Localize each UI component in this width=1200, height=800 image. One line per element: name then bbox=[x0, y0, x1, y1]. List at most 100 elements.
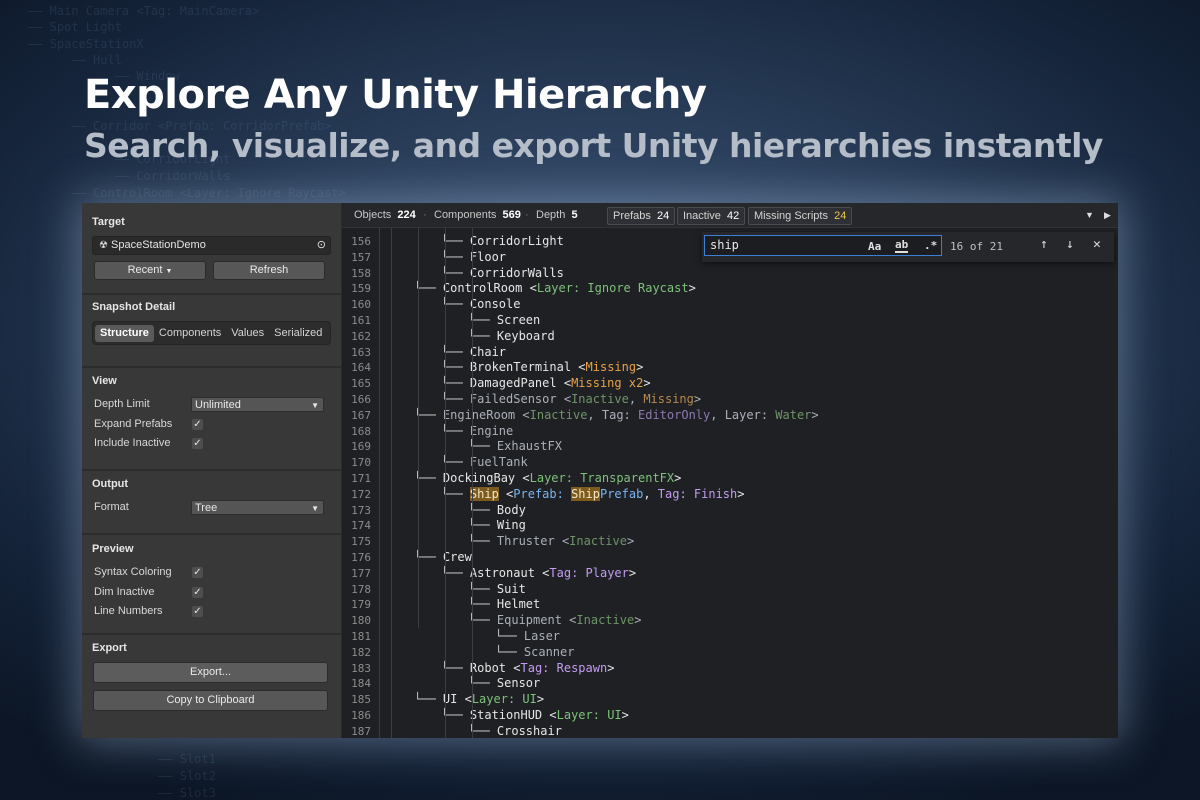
hierarchy-token: Laser bbox=[523, 629, 561, 643]
export-button[interactable]: Export... bbox=[93, 662, 328, 683]
components-stat: Components 569 bbox=[434, 203, 521, 227]
hierarchy-token: < bbox=[529, 281, 537, 296]
hierarchy-token: Inactive bbox=[569, 534, 627, 549]
background-tree-line: —— Main Camera <Tag: MainCamera> bbox=[28, 4, 260, 18]
hierarchy-line: └── Crosshair bbox=[468, 724, 562, 738]
export-section: Export Export... Copy to Clipboard bbox=[82, 634, 341, 738]
tab-values[interactable]: Values bbox=[226, 325, 269, 342]
hierarchy-token: > bbox=[674, 471, 682, 485]
hierarchy-token: Thruster bbox=[496, 534, 562, 549]
regex-toggle[interactable]: .* bbox=[924, 239, 937, 252]
refresh-button[interactable]: Refresh bbox=[213, 261, 325, 280]
collapse-all-icon[interactable]: ▼ bbox=[1085, 203, 1094, 227]
previous-match-icon[interactable]: ↑ bbox=[1040, 237, 1048, 252]
line-number: 161 bbox=[351, 314, 371, 327]
target-object-name: SpaceStationDemo bbox=[111, 239, 206, 251]
match-case-toggle[interactable]: Aa bbox=[868, 240, 881, 253]
hierarchy-token: Tag: Finish bbox=[657, 486, 738, 501]
tab-serialized[interactable]: Serialized bbox=[269, 325, 327, 342]
hierarchy-line: └── Robot <Tag: Respawn> bbox=[441, 661, 614, 675]
separator: · bbox=[525, 209, 529, 221]
target-picker-icon[interactable]: ⊙ bbox=[317, 237, 326, 254]
preview-panel: Objects 224 · Components 569 · Depth 5 P… bbox=[342, 203, 1118, 738]
hierarchy-token: Floor bbox=[469, 249, 507, 264]
hierarchy-token: , bbox=[643, 486, 658, 501]
hierarchy-token: Missing bbox=[585, 360, 637, 375]
tree-connector: └── bbox=[495, 629, 524, 643]
hierarchy-line: └── Scanner bbox=[495, 645, 574, 659]
indent-guide bbox=[445, 228, 446, 738]
hierarchy-token: Chair bbox=[469, 344, 507, 359]
hierarchy-token: Prefab: bbox=[513, 486, 572, 501]
line-numbers-checkbox[interactable]: ✓ bbox=[192, 606, 203, 617]
expand-panel-icon[interactable]: ▶ bbox=[1104, 203, 1111, 227]
hierarchy-token: Layer: UI bbox=[556, 708, 622, 722]
snapshot-title: Snapshot Detail bbox=[92, 301, 176, 313]
hierarchy-token: < bbox=[522, 407, 530, 422]
hierarchy-token: Keyboard bbox=[496, 328, 555, 343]
hierarchy-token: Wing bbox=[496, 518, 526, 533]
preview-title: Preview bbox=[92, 543, 134, 555]
hierarchy-token: Missing x2 bbox=[571, 376, 644, 391]
hierarchy-token: > bbox=[607, 660, 615, 675]
hierarchy-token: Layer: TransparentFX bbox=[529, 471, 675, 485]
hierarchy-token: Tag: Respawn bbox=[520, 660, 608, 675]
hierarchy-token: EditorOnly bbox=[638, 407, 711, 422]
whole-word-toggle[interactable]: ab bbox=[895, 238, 909, 253]
components-value: 569 bbox=[502, 209, 521, 221]
stats-toolbar: Objects 224 · Components 569 · Depth 5 P… bbox=[342, 203, 1118, 228]
hierarchy-line: └── ExhaustFX bbox=[468, 439, 562, 453]
hierarchy-token: < bbox=[498, 486, 514, 501]
radiation-icon: ☢ bbox=[99, 240, 108, 251]
hierarchy-token: Helmet bbox=[496, 597, 541, 612]
include-inactive-checkbox[interactable]: ✓ bbox=[192, 438, 203, 449]
missing-scripts-value: 24 bbox=[834, 210, 847, 222]
line-number: 157 bbox=[351, 250, 371, 264]
expand-prefabs-checkbox[interactable]: ✓ bbox=[192, 418, 203, 430]
find-widget: ship Aa ab .* 16 of 21 ↑ ↓ ✕ bbox=[702, 232, 1114, 262]
format-row: Format Tree ▼ bbox=[92, 498, 331, 518]
syntax-coloring-row: Syntax Coloring ✓ bbox=[92, 563, 331, 583]
prefabs-filter-pill[interactable]: Prefabs 24 bbox=[607, 207, 676, 225]
recent-button[interactable]: Recent ▼ bbox=[94, 261, 206, 280]
hierarchy-token: > bbox=[634, 613, 642, 628]
dim-inactive-checkbox[interactable]: ✓ bbox=[192, 586, 203, 598]
syntax-coloring-checkbox[interactable]: ✓ bbox=[192, 567, 203, 578]
line-number: 171 bbox=[351, 472, 371, 485]
hierarchy-token: FailedSensor bbox=[469, 392, 564, 406]
separator: · bbox=[423, 209, 427, 221]
copy-to-clipboard-button[interactable]: Copy to Clipboard bbox=[93, 690, 328, 711]
hierarchy-token: Astronaut bbox=[469, 565, 543, 580]
close-find-icon[interactable]: ✕ bbox=[1093, 237, 1101, 252]
hierarchy-line: └── DockingBay <Layer: TransparentFX> bbox=[414, 471, 681, 485]
tab-components[interactable]: Components bbox=[154, 325, 226, 342]
hierarchy-token: Layer: UI bbox=[471, 692, 537, 707]
hierarchy-token: CorridorWalls bbox=[469, 265, 564, 280]
hierarchy-token: > bbox=[643, 376, 651, 391]
hierarchy-token: < bbox=[563, 392, 572, 406]
hierarchy-line: └── Suit bbox=[468, 582, 526, 596]
next-match-icon[interactable]: ↓ bbox=[1066, 237, 1074, 252]
line-number: 165 bbox=[351, 377, 371, 391]
line-number: 160 bbox=[351, 298, 371, 312]
line-number: 181 bbox=[351, 630, 371, 643]
snapshot-section: Snapshot Detail Structure Components Val… bbox=[82, 293, 341, 368]
depth-limit-dropdown[interactable]: Unlimited ▼ bbox=[191, 397, 324, 412]
hierarchy-token: DamagedPanel bbox=[469, 376, 564, 391]
prefabs-label: Prefabs bbox=[613, 210, 651, 222]
syntax-coloring-label: Syntax Coloring bbox=[94, 566, 172, 578]
tab-structure[interactable]: Structure bbox=[95, 324, 154, 342]
line-number: 174 bbox=[351, 519, 371, 533]
hierarchy-line: └── CorridorLight bbox=[441, 234, 564, 248]
output-title: Output bbox=[92, 478, 129, 490]
format-dropdown[interactable]: Tree ▼ bbox=[191, 500, 324, 515]
hierarchy-line: └── Console bbox=[441, 297, 520, 311]
line-number: 163 bbox=[351, 345, 371, 359]
hierarchy-token: Body bbox=[496, 502, 526, 517]
missing-scripts-filter-pill[interactable]: Missing Scripts 24 bbox=[748, 207, 853, 225]
hierarchy-token: BrokenTerminal bbox=[469, 360, 579, 375]
target-object-field[interactable]: ☢ SpaceStationDemo ⊙ bbox=[92, 236, 331, 255]
hierarchy-token: > bbox=[628, 565, 637, 580]
hierarchy-token: Layer: Ignore Raycast bbox=[536, 281, 689, 296]
inactive-filter-pill[interactable]: Inactive 42 bbox=[677, 207, 746, 225]
